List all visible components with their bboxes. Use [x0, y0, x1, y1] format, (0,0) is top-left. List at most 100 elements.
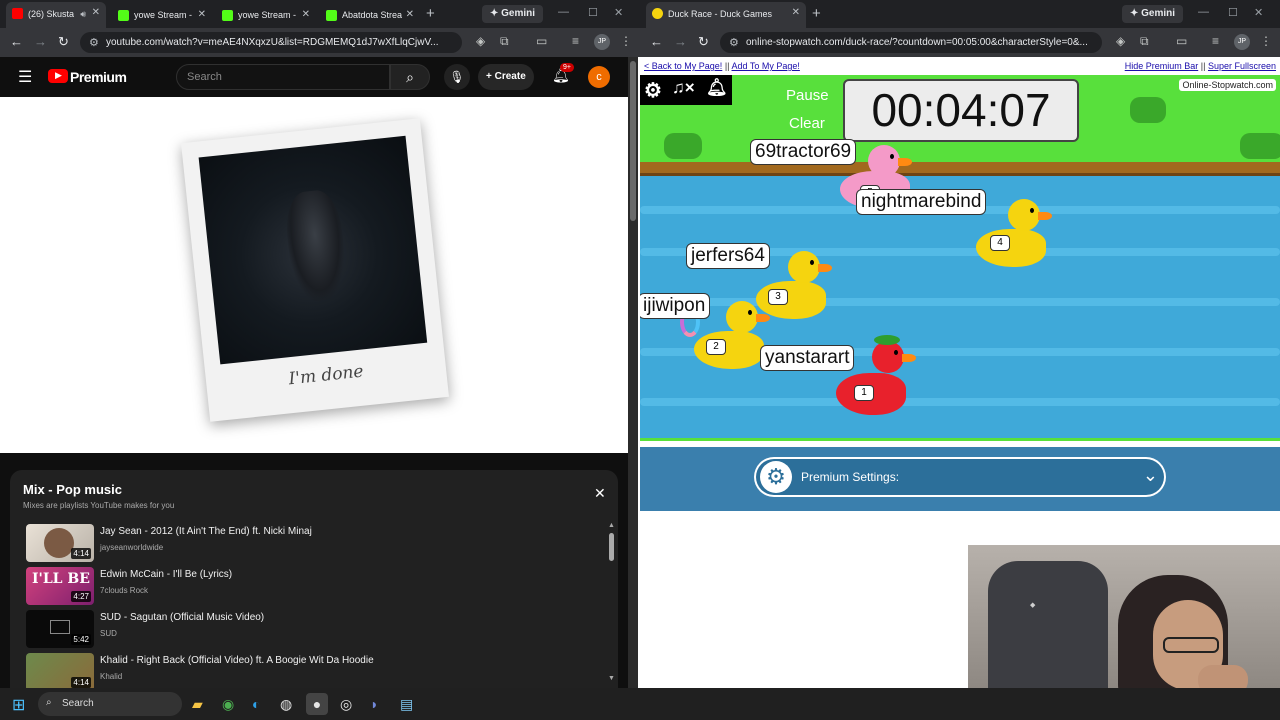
discord-icon[interactable]: ◗: [370, 696, 378, 712]
premium-link-bar: < Back to My Page! || Add To My Page! Hi…: [644, 61, 1276, 71]
site-info-icon[interactable]: ⚙: [729, 36, 739, 49]
tab-kick-3[interactable]: Abatdota Strea ✕: [320, 4, 420, 26]
hamburger-icon[interactable]: ☰: [18, 67, 32, 87]
minimize-icon[interactable]: —: [1198, 6, 1209, 18]
scroll-down-icon[interactable]: ▼: [608, 675, 615, 682]
racer-name: nightmarebind: [856, 189, 987, 215]
duration-badge: 5:42: [71, 634, 91, 645]
windows-start-icon[interactable]: ⊞: [12, 695, 25, 715]
steam-icon[interactable]: ◍: [280, 696, 292, 713]
notepad-icon[interactable]: ▤: [400, 696, 413, 713]
account-avatar[interactable]: c: [588, 66, 610, 88]
sound-bell-icon[interactable]: 🔔︎: [706, 78, 728, 98]
close-tab-icon[interactable]: ✕: [92, 7, 100, 18]
video-thumbnail: 4:14: [26, 524, 94, 562]
profile-avatar[interactable]: JP: [594, 34, 610, 50]
racer-name: yanstarart: [760, 345, 855, 371]
obs-icon[interactable]: ●: [306, 693, 328, 715]
profile-avatar[interactable]: JP: [1234, 34, 1250, 50]
close-tab-icon[interactable]: ✕: [198, 9, 206, 20]
extension-shield-icon[interactable]: ◈: [476, 34, 485, 48]
gemini-button[interactable]: ✦ Gemini: [482, 5, 544, 23]
tab-strip: Duck Race - Duck Games ✕ + ✦ Gemini — ☐ …: [640, 0, 1280, 28]
new-tab-icon[interactable]: +: [426, 5, 435, 22]
settings-gear-icon[interactable]: ⚙: [644, 78, 662, 103]
address-bar[interactable]: ⚙ youtube.com/watch?v=meAE4NXqxzU&list=R…: [80, 32, 462, 53]
reload-icon[interactable]: ↻: [58, 34, 69, 50]
minimize-icon[interactable]: —: [558, 6, 569, 18]
scroll-thumb[interactable]: [609, 533, 614, 561]
super-fullscreen-link[interactable]: Super Fullscreen: [1208, 61, 1276, 71]
clear-button[interactable]: Clear: [789, 115, 825, 132]
media-icon[interactable]: ≡: [1212, 34, 1219, 48]
premium-settings-toggle[interactable]: ⚙ Premium Settings: ⌄: [754, 457, 1166, 497]
maximize-icon[interactable]: ☐: [1228, 6, 1238, 19]
mic-icon[interactable]: 🎙︎: [444, 64, 470, 90]
file-explorer-icon[interactable]: ▰: [192, 696, 203, 713]
add-to-page-link[interactable]: Add To My Page!: [732, 61, 800, 71]
list-item[interactable]: 4:14 Khalid - Right Back (Official Video…: [26, 653, 596, 688]
extensions-icon[interactable]: ⧉: [1140, 34, 1149, 49]
list-item[interactable]: 4:14 Jay Sean - 2012 (It Ain't The End) …: [26, 524, 596, 566]
taskbar-search[interactable]: ⌕ Search: [38, 692, 182, 716]
forward-icon[interactable]: →: [34, 34, 47, 49]
gemini-button[interactable]: ✦ Gemini: [1122, 5, 1184, 23]
kick-favicon-icon: [222, 10, 233, 21]
speaker-icon[interactable]: 🔊︎: [80, 9, 86, 20]
extensions-icon[interactable]: ⧉: [500, 34, 509, 49]
kick-favicon-icon: [326, 10, 337, 21]
maximize-icon[interactable]: ☐: [588, 6, 598, 19]
close-tab-icon[interactable]: ✕: [792, 7, 800, 18]
online-stopwatch-logo[interactable]: Online-Stopwatch.com: [1179, 79, 1276, 91]
pause-button[interactable]: Pause: [786, 87, 829, 104]
video-thumbnail: I'LL BE 4:27: [26, 567, 94, 605]
search-button-icon[interactable]: ⌕: [390, 64, 430, 90]
site-info-icon[interactable]: ⚙: [89, 36, 99, 49]
glasses: [1163, 637, 1219, 653]
search-input[interactable]: Search: [176, 64, 390, 90]
new-tab-icon[interactable]: +: [812, 5, 821, 22]
close-window-icon[interactable]: ✕: [614, 6, 623, 19]
create-button[interactable]: + Create: [478, 64, 534, 90]
tab-kick-2[interactable]: yowe Stream - ✕: [216, 4, 316, 26]
chair-logo: ◆: [1030, 602, 1037, 609]
plus-icon: +: [486, 71, 495, 82]
mix-scrollbar[interactable]: ▲ ▼: [608, 522, 615, 682]
forward-icon[interactable]: →: [674, 34, 687, 49]
media-icon[interactable]: ≡: [572, 34, 579, 48]
page-scroll-thumb[interactable]: [630, 61, 636, 221]
premium-logo[interactable]: Premium: [70, 69, 127, 85]
close-tab-icon[interactable]: ✕: [302, 9, 310, 20]
cast-icon[interactable]: ▭: [536, 34, 547, 48]
youtube-browser-window: (26) Skusta 🔊︎ ✕ yowe Stream - ✕ yowe St…: [0, 0, 640, 688]
close-tab-icon[interactable]: ✕: [406, 9, 414, 20]
app-icon[interactable]: ◎: [340, 696, 352, 713]
cast-icon[interactable]: ▭: [1176, 34, 1187, 48]
menu-icon[interactable]: ⋮: [1260, 34, 1272, 48]
menu-icon[interactable]: ⋮: [620, 34, 632, 48]
close-mix-icon[interactable]: ✕: [594, 485, 606, 502]
tab-youtube[interactable]: (26) Skusta 🔊︎ ✕: [6, 2, 106, 28]
back-icon[interactable]: ←: [650, 34, 663, 49]
reload-icon[interactable]: ↻: [698, 34, 709, 50]
back-to-page-link[interactable]: < Back to My Page!: [644, 61, 722, 71]
duck-eye: [894, 350, 898, 355]
duration-badge: 4:14: [71, 548, 91, 559]
video-title: Jay Sean - 2012 (It Ain't The End) ft. N…: [100, 526, 312, 537]
windows-taskbar: ⊞ ⌕ Search ▰ ◉ ◐ ◍ ● ◎ ◗ ▤: [0, 688, 1280, 720]
address-bar[interactable]: ⚙ online-stopwatch.com/duck-race/?countd…: [720, 32, 1102, 53]
hide-premium-link[interactable]: Hide Premium Bar: [1125, 61, 1199, 71]
scroll-up-icon[interactable]: ▲: [608, 522, 615, 529]
tab-kick-1[interactable]: yowe Stream - ✕: [112, 4, 212, 26]
tab-duck-race[interactable]: Duck Race - Duck Games ✕: [646, 2, 806, 28]
close-window-icon[interactable]: ✕: [1254, 6, 1263, 19]
list-item[interactable]: I'LL BE 4:27 Edwin McCain - I'll Be (Lyr…: [26, 567, 596, 609]
back-icon[interactable]: ←: [10, 34, 23, 49]
page-scrollbar[interactable]: [628, 57, 638, 688]
edge-icon[interactable]: ◐: [252, 696, 260, 712]
list-item[interactable]: 5:42 SUD - Sagutan (Official Music Video…: [26, 610, 596, 652]
chrome-icon[interactable]: ◉: [222, 696, 234, 713]
music-muted-icon[interactable]: ♫×: [672, 78, 695, 98]
duck-race-game: ⚙ ♫× 🔔︎ Pause Clear 00:04:07 Online-Stop…: [640, 75, 1280, 441]
extension-shield-icon[interactable]: ◈: [1116, 34, 1125, 48]
